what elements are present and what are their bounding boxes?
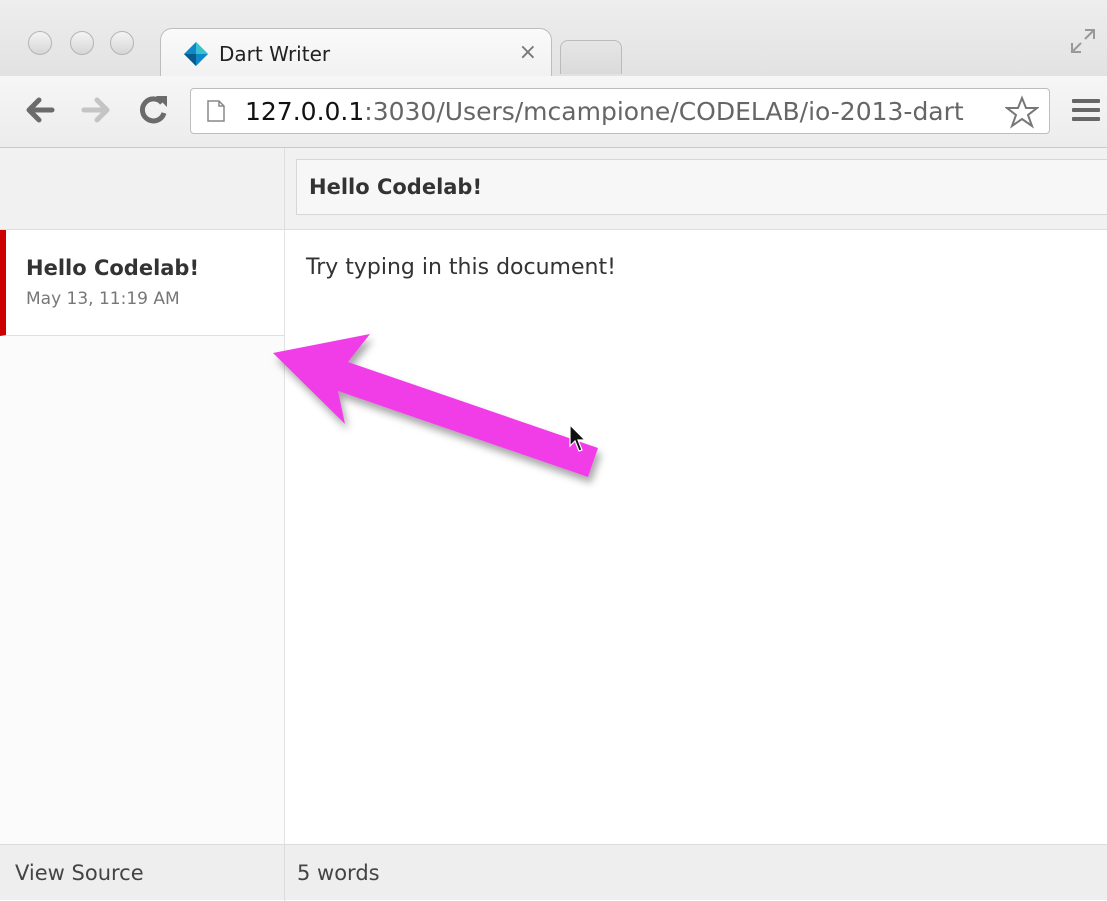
menu-icon[interactable]: [1072, 99, 1100, 125]
star-icon[interactable]: [1005, 95, 1039, 129]
fullscreen-icon[interactable]: [1068, 26, 1098, 56]
app-header: [0, 148, 1107, 230]
mouse-cursor-icon: [569, 424, 587, 452]
new-tab-button[interactable]: [560, 40, 622, 74]
document-title: Hello Codelab!: [26, 256, 200, 280]
document-date: May 13, 11:19 AM: [26, 289, 180, 309]
url-path: :3030/Users/mcampione/CODELAB/io-2013-da…: [364, 97, 964, 126]
annotation-arrow-icon: [273, 334, 598, 477]
document-title-input[interactable]: [296, 159, 1107, 215]
word-count: 5 words: [297, 861, 380, 885]
forward-icon[interactable]: [80, 93, 114, 127]
zoom-window-button[interactable]: [110, 31, 134, 55]
divider: [284, 148, 285, 230]
editor-content[interactable]: Try typing in this document!: [306, 255, 616, 280]
tab-dart-writer[interactable]: Dart Writer ×: [160, 28, 552, 78]
list-item[interactable]: Hello Codelab! May 13, 11:19 AM: [0, 230, 284, 336]
divider: [284, 845, 285, 901]
minimize-window-button[interactable]: [70, 31, 94, 55]
tab-close-button[interactable]: ×: [519, 40, 537, 65]
address-bar[interactable]: 127.0.0.1:3030/Users/mcampione/CODELAB/i…: [190, 88, 1050, 134]
tab-strip: Dart Writer ×: [0, 0, 1107, 78]
document-list: Hello Codelab! May 13, 11:19 AM: [0, 230, 285, 844]
url-text: 127.0.0.1:3030/Users/mcampione/CODELAB/i…: [245, 97, 997, 126]
browser-chrome: Dart Writer × 127.0.0.1:3030/Users/mcamp…: [0, 0, 1107, 148]
status-bar: View Source 5 words: [0, 844, 1107, 901]
url-host: 127.0.0.1: [245, 97, 365, 126]
view-source-link[interactable]: View Source: [15, 861, 144, 885]
close-window-button[interactable]: [28, 31, 52, 55]
page-icon: [207, 100, 225, 122]
browser-toolbar: 127.0.0.1:3030/Users/mcampione/CODELAB/i…: [0, 76, 1107, 148]
tab-title: Dart Writer: [219, 42, 331, 66]
dart-logo-icon: [184, 42, 208, 66]
reload-icon[interactable]: [136, 93, 170, 127]
back-icon[interactable]: [22, 93, 56, 127]
